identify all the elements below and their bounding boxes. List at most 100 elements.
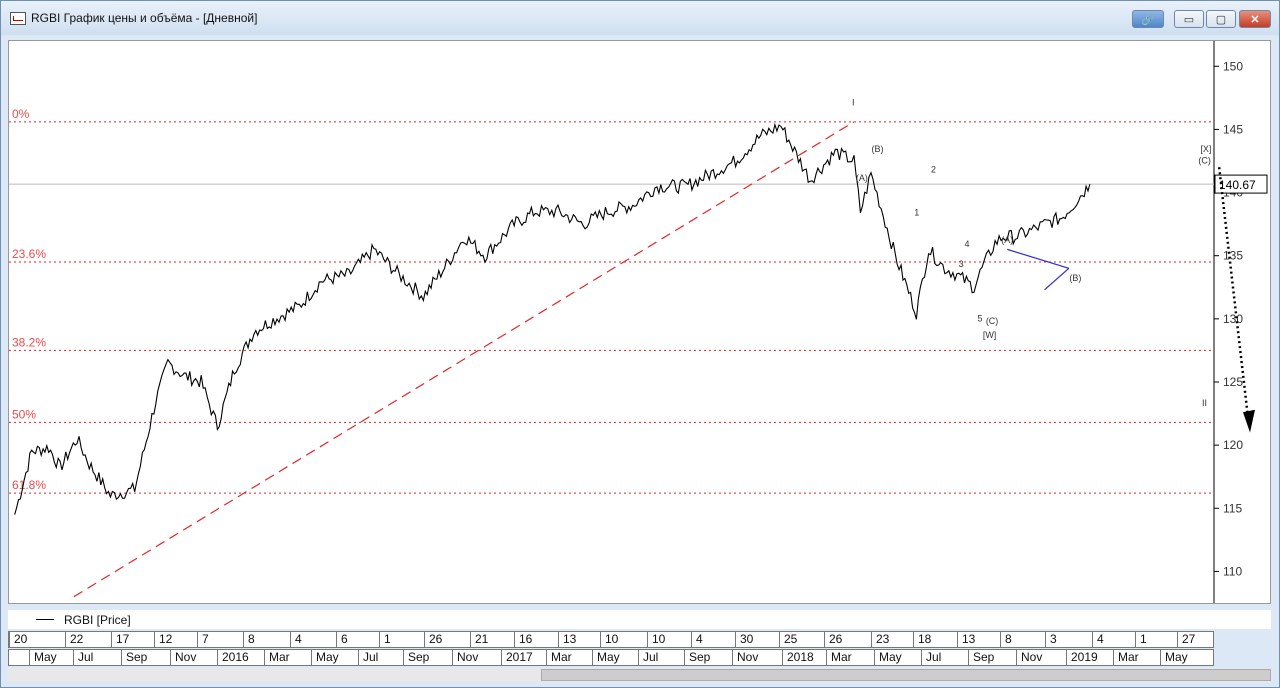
x-axis-day-label: 4 [691, 632, 735, 647]
close-button[interactable]: ✕ [1239, 10, 1271, 28]
x-axis-day-label: 8 [243, 632, 290, 647]
maximize-button[interactable]: ▢ [1206, 10, 1236, 28]
x-axis-day-label: 1 [379, 632, 424, 647]
wave-label: [W] [983, 330, 997, 340]
chart-app-icon [10, 12, 26, 25]
x-axis-day-label: 4 [290, 632, 336, 647]
triangle-lower-line [1044, 267, 1070, 291]
x-axis-day-label: 6 [336, 632, 379, 647]
x-axis-month-label: May [29, 650, 73, 665]
x-axis-month-label: Nov [452, 650, 501, 665]
x-axis-day-label: 22 [65, 632, 111, 647]
y-tick-label: 150 [1223, 59, 1243, 73]
x-axis-month-label: 2017 [501, 650, 546, 665]
wave-label: (B) [1069, 273, 1081, 283]
x-axis-day-label: 21 [470, 632, 514, 647]
y-tick-label: 130 [1223, 312, 1243, 326]
x-axis-days: 20 22 17 12 7 8 4 6 1 26 21 16 13 10 10 4 30 25 26 23 18 13 8 3… [8, 631, 1214, 648]
x-axis-day-label: 18 [913, 632, 957, 647]
x-axis-month-label: May [592, 650, 638, 665]
wave-label: (A) [856, 173, 868, 183]
x-axis-month-label: Jul [73, 650, 121, 665]
fib-level-label: 38.2% [12, 335, 46, 349]
x-axis-month-label: May [874, 650, 921, 665]
current-price-label: 140.67 [1219, 178, 1256, 192]
y-tick-label: 115 [1223, 501, 1242, 515]
wave-label: (C) [1198, 156, 1211, 166]
x-axis-month-label: Sep [121, 650, 170, 665]
wave-label: 1 [914, 207, 919, 217]
legend-label: RGBI [Price] [64, 613, 131, 627]
x-axis-month-label: May [1160, 650, 1215, 665]
wave-label: (B) [871, 144, 883, 154]
price-series-line [14, 122, 1091, 515]
wave-label: 4 [964, 239, 969, 249]
y-tick-label: 145 [1223, 122, 1243, 136]
minimize-button[interactable]: ▭ [1174, 10, 1204, 28]
x-axis-day-label: 4 [1092, 632, 1135, 647]
wave-label: 3 [959, 259, 964, 269]
x-axis-month-label: Jul [638, 650, 684, 665]
price-chart-svg: 1101151201251301351401451500%23.6%38.2%5… [9, 41, 1268, 603]
x-axis-month-label: 2016 [217, 650, 264, 665]
x-axis-month-label: Mar [826, 650, 874, 665]
fib-level-label: 23.6% [12, 247, 46, 261]
horizontal-scrollbar[interactable] [8, 668, 1271, 682]
wave-label: II [1202, 398, 1207, 408]
x-axis-month-label: Jul [358, 650, 403, 665]
x-axis-month-label: Jul [921, 650, 968, 665]
fib-level-label: 0% [12, 107, 30, 121]
window-title: RGBI График цены и объёма - [Дневной] [31, 11, 258, 25]
x-axis-day-label: 20 [9, 632, 65, 647]
fib-level-label: 61.8% [12, 478, 46, 492]
x-axis-day-label: 7 [197, 632, 243, 647]
legend-line-swatch [36, 619, 54, 620]
trendline [73, 121, 855, 598]
x-axis-month-label: Nov [170, 650, 217, 665]
x-axis-day-label: 8 [1000, 632, 1045, 647]
x-axis-month-label: 2018 [782, 650, 826, 665]
x-axis-day-label: 12 [154, 632, 197, 647]
x-axis-day-label: 13 [957, 632, 1000, 647]
fib-level-label: 50% [12, 407, 36, 421]
wave-label: 5 [977, 313, 982, 323]
wave-label: (A) [1001, 235, 1013, 245]
x-axis-day-label: 30 [735, 632, 779, 647]
x-axis-day-label: 10 [647, 632, 691, 647]
x-axis-day-label: 13 [558, 632, 600, 647]
x-axis-day-label: 10 [600, 632, 647, 647]
x-axis-month-label: Sep [403, 650, 452, 665]
x-axis-months: May Jul Sep Nov 2016 Mar May Jul Sep Nov 2017 Mar Ma… [8, 649, 1214, 666]
x-axis-day-label: 1 [1135, 632, 1177, 647]
x-axis-month-label: Sep [968, 650, 1016, 665]
title-bar[interactable]: RGBI График цены и объёма - [Дневной] 🔗 … [1, 1, 1279, 35]
wave-label: I [852, 97, 855, 107]
x-axis-day-label: 17 [111, 632, 154, 647]
link-icon[interactable]: 🔗 [1132, 10, 1164, 28]
projection-arrowhead [1243, 409, 1255, 433]
scrollbar-thumb[interactable] [541, 669, 1271, 681]
triangle-upper-line [1007, 248, 1070, 269]
chart-window: RGBI График цены и объёма - [Дневной] 🔗 … [0, 0, 1280, 688]
x-axis-month-label: Mar [264, 650, 311, 665]
x-axis-day-label: 25 [779, 632, 824, 647]
y-tick-label: 135 [1223, 249, 1243, 263]
x-axis-month-label: Mar [1113, 650, 1160, 665]
x-axis-month-label: 2019 [1066, 650, 1113, 665]
x-axis-month-label: Nov [1016, 650, 1066, 665]
x-axis-month-label: May [311, 650, 358, 665]
y-tick-label: 110 [1223, 564, 1242, 578]
legend: RGBI [Price] [8, 610, 1271, 629]
x-axis-day-label: 27 [1177, 632, 1215, 647]
y-tick-label: 120 [1223, 438, 1243, 452]
x-axis-day-label: 26 [824, 632, 871, 647]
x-axis-month-label: Sep [684, 650, 732, 665]
wave-label: (C) [986, 316, 999, 326]
x-axis-day-label: 23 [871, 632, 913, 647]
y-tick-label: 125 [1223, 375, 1243, 389]
wave-label: 2 [931, 164, 936, 174]
x-axis-day-label: 26 [424, 632, 470, 647]
x-axis-day-label: 16 [514, 632, 558, 647]
price-chart[interactable]: 1101151201251301351401451500%23.6%38.2%5… [8, 40, 1271, 604]
x-axis-month-label: Nov [732, 650, 782, 665]
